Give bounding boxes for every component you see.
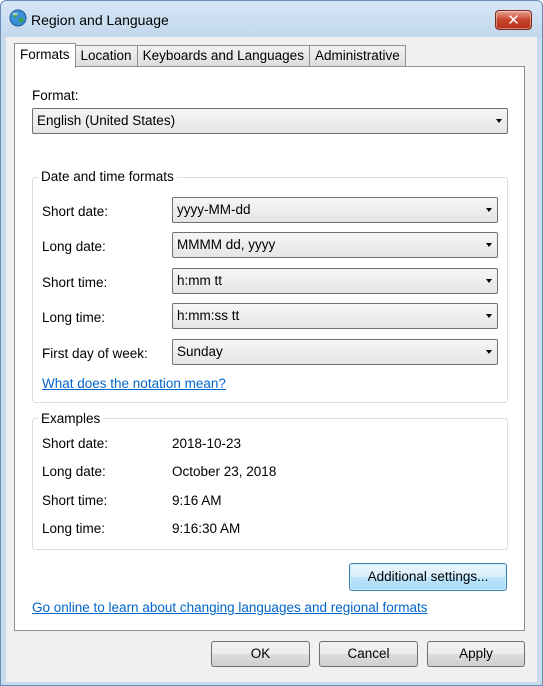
tab-keyboards-and-languages[interactable]: Keyboards and Languages: [136, 45, 310, 67]
globe-icon: [9, 9, 27, 27]
tab-formats[interactable]: Formats: [14, 43, 76, 68]
format-value: English (United States): [37, 113, 176, 128]
first-day-of-week-label: First day of week:: [42, 346, 148, 361]
long-date-label: Long date:: [42, 239, 106, 254]
tab-location[interactable]: Location: [74, 45, 138, 67]
ok-button[interactable]: OK: [211, 641, 310, 667]
short-time-format-value: h:mm tt: [177, 273, 223, 288]
cancel-button[interactable]: Cancel: [319, 641, 418, 667]
short-date-dropdown[interactable]: yyyy-MM-dd: [172, 197, 498, 223]
short-date-label: Short date:: [42, 204, 109, 219]
chevron-down-icon: [486, 350, 492, 354]
dialog-body: Formats Location Keyboards and Languages…: [6, 37, 537, 682]
examples-title: Examples: [38, 411, 104, 426]
close-icon: ✕: [507, 12, 520, 29]
notation-help-link[interactable]: What does the notation mean?: [42, 376, 226, 391]
chevron-down-icon: [486, 208, 492, 212]
title-bar[interactable]: Region and Language ✕: [1, 1, 542, 37]
format-dropdown[interactable]: English (United States): [32, 108, 508, 134]
format-label: Format:: [32, 88, 79, 103]
tab-administrative[interactable]: Administrative: [308, 45, 406, 67]
first-day-of-week-value: Sunday: [177, 344, 223, 359]
short-time-label: Short time:: [42, 275, 108, 290]
example-long-time-value: 9:16:30 AM: [172, 521, 241, 536]
apply-button[interactable]: Apply: [427, 641, 525, 667]
additional-settings-button[interactable]: Additional settings...: [349, 563, 507, 591]
close-button[interactable]: ✕: [495, 10, 532, 30]
online-help-link[interactable]: Go online to learn about changing langua…: [32, 600, 428, 615]
example-short-date-label: Short date:: [42, 436, 109, 451]
short-date-format-value: yyyy-MM-dd: [177, 202, 251, 217]
example-long-date-value: October 23, 2018: [172, 464, 277, 479]
chevron-down-icon: [486, 243, 492, 247]
example-short-date-value: 2018-10-23: [172, 436, 242, 451]
date-time-formats-title: Date and time formats: [38, 169, 177, 184]
example-long-time-label: Long time:: [42, 521, 106, 536]
example-short-time-label: Short time:: [42, 493, 108, 508]
chevron-down-icon: [486, 279, 492, 283]
tab-strip: Formats Location Keyboards and Languages…: [14, 43, 406, 68]
long-time-dropdown[interactable]: h:mm:ss tt: [172, 303, 498, 329]
example-long-date-label: Long date:: [42, 464, 106, 479]
long-date-dropdown[interactable]: MMMM dd, yyyy: [172, 232, 498, 258]
window-title: Region and Language: [31, 12, 169, 28]
short-time-dropdown[interactable]: h:mm tt: [172, 268, 498, 294]
formats-panel: Format: English (United States) Date and…: [14, 66, 525, 631]
chevron-down-icon: [486, 314, 492, 318]
long-time-format-value: h:mm:ss tt: [177, 308, 240, 323]
chevron-down-icon: [496, 119, 502, 123]
long-date-format-value: MMMM dd, yyyy: [177, 237, 276, 252]
region-language-window: Region and Language ✕ Formats Location K…: [0, 0, 543, 686]
example-short-time-value: 9:16 AM: [172, 493, 222, 508]
first-day-of-week-dropdown[interactable]: Sunday: [172, 339, 498, 365]
long-time-label: Long time:: [42, 310, 106, 325]
